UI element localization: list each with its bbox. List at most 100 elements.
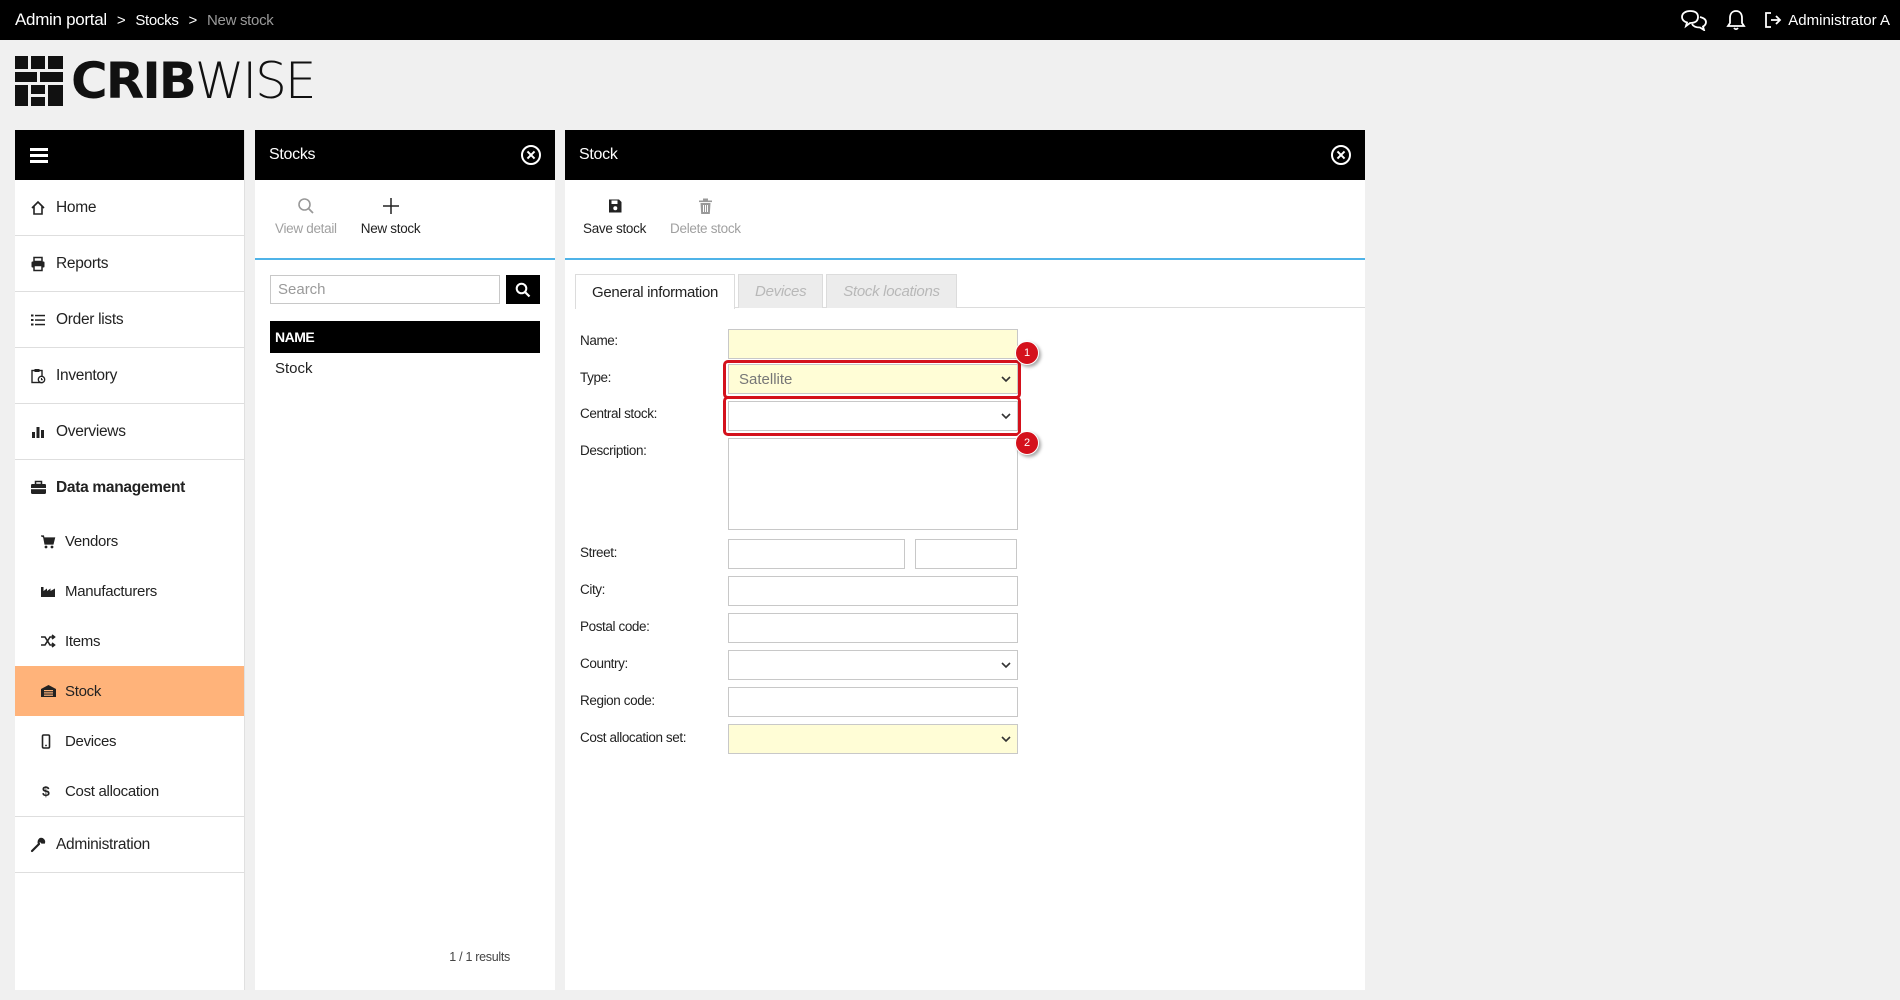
printer-icon bbox=[30, 256, 56, 272]
results-count: 1 / 1 results bbox=[449, 950, 510, 964]
nav-item-home[interactable]: Home bbox=[15, 180, 244, 236]
list-icon bbox=[30, 312, 56, 328]
list-item[interactable]: Stock bbox=[270, 353, 540, 383]
user-name[interactable]: Administrator A bbox=[1788, 12, 1890, 29]
logo-mark-icon bbox=[15, 56, 63, 106]
stock-toolbar: Save stock Delete stock bbox=[565, 180, 1365, 260]
factory-icon bbox=[40, 584, 65, 598]
breadcrumb-separator: > bbox=[116, 11, 126, 29]
nav-sub-label: Cost allocation bbox=[65, 782, 159, 800]
highlight-central-stock-field bbox=[723, 396, 1021, 436]
description-textarea[interactable] bbox=[728, 438, 1018, 530]
stocks-panel-header: Stocks bbox=[255, 130, 555, 180]
postal-code-field[interactable] bbox=[728, 613, 1018, 643]
region-code-field[interactable] bbox=[728, 687, 1018, 717]
postal-code-label: Postal code: bbox=[580, 619, 650, 634]
chat-icon[interactable] bbox=[1680, 9, 1708, 31]
nav-sub-label: Devices bbox=[65, 732, 117, 750]
cost-allocation-set-label: Cost allocation set: bbox=[580, 730, 687, 745]
main-navigation: Home Reports Order lists Inventory Overv… bbox=[15, 130, 245, 990]
city-label: City: bbox=[580, 582, 606, 597]
nav-item-order-lists[interactable]: Order lists bbox=[15, 292, 244, 348]
nav-item-inventory[interactable]: Inventory bbox=[15, 348, 244, 404]
breadcrumb-current: New stock bbox=[207, 11, 274, 29]
country-select[interactable] bbox=[728, 650, 1018, 680]
search-button[interactable] bbox=[506, 275, 540, 304]
nav-sub-devices[interactable]: Devices bbox=[15, 716, 244, 766]
user-menu[interactable]: Administrator A bbox=[1764, 11, 1890, 29]
nav-item-data-management[interactable]: Data management bbox=[15, 460, 244, 516]
stocks-panel: Stocks View detail New stock NAME Stock … bbox=[255, 130, 555, 990]
search-icon bbox=[515, 282, 531, 297]
breadcrumb: Admin portal > Stocks > New stock bbox=[15, 0, 274, 40]
stock-panel-header: Stock bbox=[565, 130, 1365, 180]
stock-detail-panel: Stock Save stock Delete stock General in… bbox=[565, 130, 1365, 990]
view-detail-button[interactable]: View detail bbox=[275, 195, 337, 236]
hamburger-menu-icon[interactable] bbox=[30, 148, 48, 163]
panel-title: Stocks bbox=[269, 146, 316, 163]
top-bar: Admin portal > Stocks > New stock Admini… bbox=[0, 0, 1900, 40]
stocks-toolbar: View detail New stock bbox=[255, 180, 555, 260]
nav-sub-label: Manufacturers bbox=[65, 582, 157, 600]
briefcase-icon bbox=[30, 480, 56, 496]
nav-sub-items[interactable]: Items bbox=[15, 616, 244, 666]
tab-devices[interactable]: Devices bbox=[738, 274, 824, 308]
clipboard-icon bbox=[30, 368, 56, 384]
step-badge-2: 2 bbox=[1015, 431, 1039, 455]
street-label: Street: bbox=[580, 545, 617, 560]
nav-item-label: Home bbox=[56, 198, 97, 216]
search-input[interactable] bbox=[270, 275, 500, 304]
name-label: Name: bbox=[580, 333, 618, 348]
nav-item-label: Overviews bbox=[56, 422, 126, 440]
breadcrumb-stocks[interactable]: Stocks bbox=[135, 12, 179, 29]
save-stock-button[interactable]: Save stock bbox=[583, 195, 646, 236]
cribwise-logo: CRIBWISE bbox=[15, 52, 316, 110]
shuffle-icon bbox=[40, 634, 65, 648]
highlight-type-field bbox=[723, 360, 1021, 399]
close-icon[interactable] bbox=[521, 145, 541, 165]
nav-item-label: Data management bbox=[56, 479, 186, 496]
nav-sub-vendors[interactable]: Vendors bbox=[15, 516, 244, 566]
nav-header bbox=[15, 130, 244, 180]
breadcrumb-separator: > bbox=[188, 11, 198, 29]
column-header-name[interactable]: NAME bbox=[270, 321, 540, 353]
close-icon[interactable] bbox=[1331, 145, 1351, 165]
dollar-icon: $ bbox=[40, 783, 65, 799]
delete-stock-button[interactable]: Delete stock bbox=[670, 195, 741, 236]
house-number-field[interactable] bbox=[915, 539, 1017, 569]
nav-item-label: Administration bbox=[56, 835, 151, 853]
nav-sub-label: Vendors bbox=[65, 532, 118, 550]
bell-icon[interactable] bbox=[1726, 9, 1746, 31]
region-code-label: Region code: bbox=[580, 693, 655, 708]
nav-item-overviews[interactable]: Overviews bbox=[15, 404, 244, 460]
name-field[interactable] bbox=[728, 329, 1018, 359]
new-stock-button[interactable]: New stock bbox=[361, 195, 421, 236]
search-row bbox=[270, 275, 540, 304]
nav-item-reports[interactable]: Reports bbox=[15, 236, 244, 292]
warehouse-icon bbox=[40, 684, 65, 698]
wrench-icon bbox=[30, 837, 56, 853]
cart-icon bbox=[40, 534, 65, 549]
tab-general-information[interactable]: General information bbox=[575, 274, 736, 309]
street-field[interactable] bbox=[728, 539, 905, 569]
breadcrumb-admin-portal[interactable]: Admin portal bbox=[15, 10, 107, 30]
nav-item-administration[interactable]: Administration bbox=[15, 817, 244, 873]
data-management-submenu: Vendors Manufacturers Items Stock Device… bbox=[15, 516, 244, 817]
city-field[interactable] bbox=[728, 576, 1018, 606]
bar-chart-icon bbox=[30, 424, 56, 440]
nav-sub-label: Stock bbox=[65, 682, 102, 700]
detail-tabs: General information Devices Stock locati… bbox=[575, 274, 1365, 309]
nav-item-label: Order lists bbox=[56, 310, 124, 328]
search-icon bbox=[297, 195, 315, 217]
tab-stock-locations[interactable]: Stock locations bbox=[826, 274, 957, 308]
nav-item-label: Inventory bbox=[56, 366, 118, 384]
nav-sub-cost-allocation[interactable]: $ Cost allocation bbox=[15, 766, 244, 816]
svg-text:$: $ bbox=[42, 783, 50, 799]
nav-sub-stock[interactable]: Stock bbox=[15, 666, 244, 716]
cost-allocation-set-select[interactable] bbox=[728, 724, 1018, 754]
logout-icon[interactable] bbox=[1764, 11, 1782, 29]
nav-sub-manufacturers[interactable]: Manufacturers bbox=[15, 566, 244, 616]
home-icon bbox=[30, 200, 56, 216]
panel-title: Stock bbox=[579, 146, 618, 163]
logo-wordmark: CRIBWISE bbox=[71, 52, 316, 110]
